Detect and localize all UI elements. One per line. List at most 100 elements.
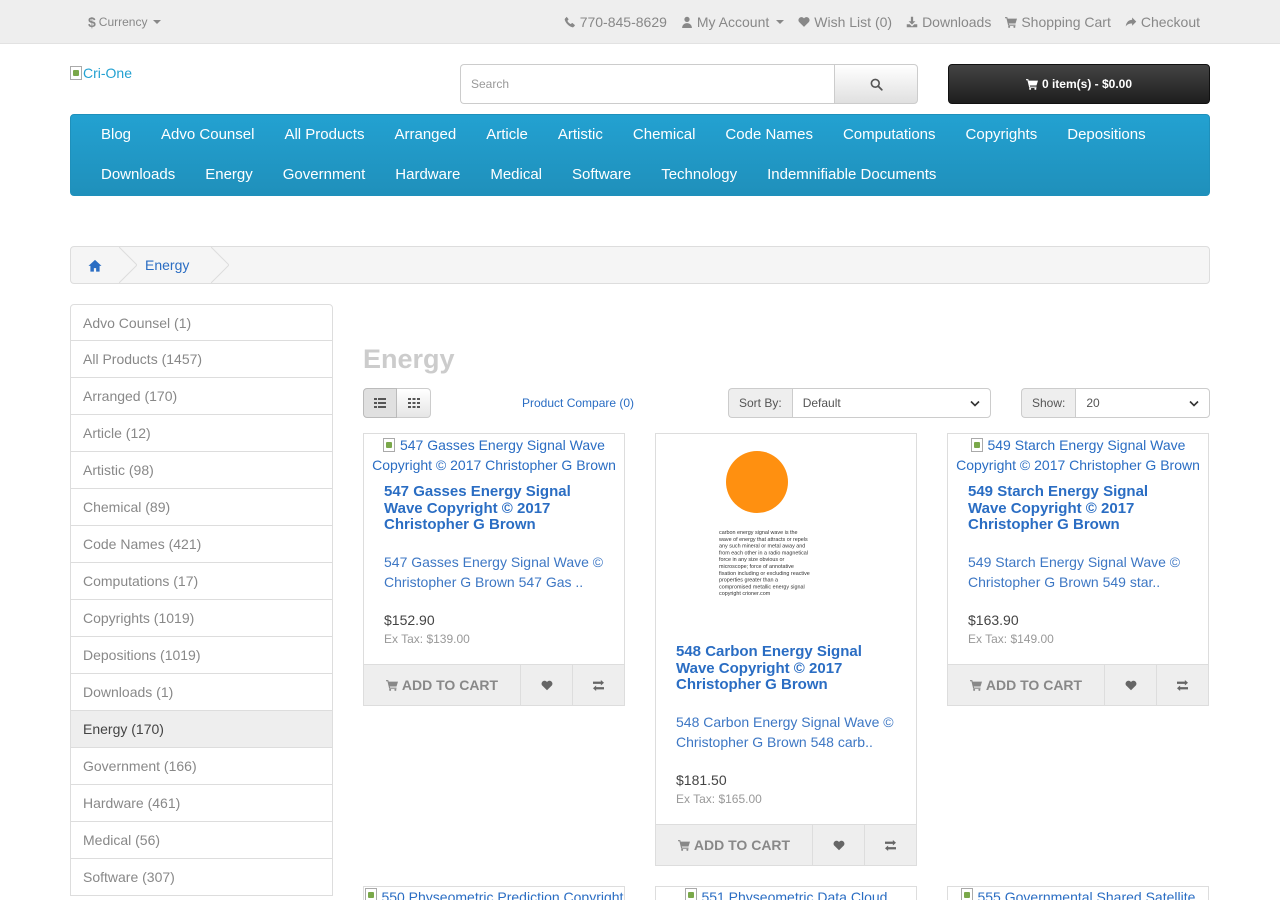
- menu-item-hardware[interactable]: Hardware: [380, 155, 475, 195]
- menu-item-artistic[interactable]: Artistic: [543, 115, 618, 155]
- logo[interactable]: Cri-One: [70, 65, 132, 81]
- sidebar-item-copyrights[interactable]: Copyrights (1019): [70, 600, 333, 637]
- list-view-button[interactable]: [363, 388, 397, 418]
- sidebar-item-government[interactable]: Government (166): [70, 748, 333, 785]
- product-image[interactable]: 555 Governmental Shared Satellite: [948, 887, 1208, 900]
- sidebar-item-energy[interactable]: Energy (170): [70, 711, 333, 748]
- add-to-wishlist-button[interactable]: [521, 665, 573, 705]
- product-image[interactable]: 549 Starch Energy Signal Wave Copyright …: [948, 434, 1208, 475]
- product-name[interactable]: 547 Gasses Energy Signal Wave Copyright …: [384, 483, 604, 534]
- menu-item-computations[interactable]: Computations: [828, 115, 951, 155]
- sidebar-item-code-names[interactable]: Code Names (421): [70, 526, 333, 563]
- sidebar-item-hardware[interactable]: Hardware (461): [70, 785, 333, 822]
- breadcrumb-home[interactable]: [71, 247, 119, 283]
- breadcrumb-separator: [119, 247, 137, 283]
- currency-symbol: $: [88, 13, 96, 30]
- menu-item-blog[interactable]: Blog: [86, 115, 146, 155]
- menu-item-government[interactable]: Government: [268, 155, 381, 195]
- top-links: 770-845-8629 My Account Wish List (0) Do…: [564, 14, 1200, 30]
- wishlist-label: Wish List (0): [814, 13, 893, 30]
- show-value: 20: [1086, 396, 1100, 410]
- exchange-icon: [885, 839, 896, 851]
- shopping-cart-link[interactable]: Shopping Cart: [1005, 14, 1111, 30]
- product-name[interactable]: 548 Carbon Energy Signal Wave Copyright …: [676, 643, 896, 694]
- product-description: 549 Starch Energy Signal Wave © Christop…: [968, 553, 1181, 590]
- share-icon: [1125, 17, 1137, 26]
- main-content: Energy Product Compare (0) Sort By: Defa…: [363, 304, 1211, 900]
- product-image-alt: 550 Physeometric Prediction Copyright: [381, 889, 624, 900]
- sidebar-item-medical[interactable]: Medical (56): [70, 822, 333, 859]
- product-card: 549 Starch Energy Signal Wave Copyright …: [947, 433, 1209, 706]
- sidebar-item-downloads[interactable]: Downloads (1): [70, 674, 333, 711]
- search-input[interactable]: [460, 64, 834, 104]
- menu-item-chemical[interactable]: Chemical: [618, 115, 711, 155]
- phone-link[interactable]: 770-845-8629: [564, 14, 667, 30]
- compare-button[interactable]: [573, 665, 624, 705]
- menu-item-arranged[interactable]: Arranged: [379, 115, 471, 155]
- add-to-wishlist-button[interactable]: [1105, 665, 1157, 705]
- menu-item-all-products[interactable]: All Products: [269, 115, 379, 155]
- product-compare-link[interactable]: Product Compare (0): [522, 396, 634, 410]
- search-button[interactable]: [834, 64, 918, 104]
- add-to-cart-button[interactable]: ADD TO CART: [656, 825, 813, 865]
- show-select[interactable]: 20: [1075, 388, 1211, 418]
- menu-item-depositions[interactable]: Depositions: [1052, 115, 1160, 155]
- sidebar-item-depositions[interactable]: Depositions (1019): [70, 637, 333, 674]
- downloads-label: Downloads: [922, 13, 992, 30]
- broken-image-icon: [684, 888, 697, 900]
- downloads-link[interactable]: Downloads: [906, 14, 991, 30]
- wishlist-link[interactable]: Wish List (0): [798, 14, 892, 30]
- add-to-wishlist-button[interactable]: [813, 825, 865, 865]
- compare-button[interactable]: [865, 825, 916, 865]
- checkout-link[interactable]: Checkout: [1125, 14, 1200, 30]
- main-menu: Blog Advo Counsel All Products Arranged …: [70, 114, 1210, 196]
- sidebar-item-advo-counsel[interactable]: Advo Counsel (1): [70, 304, 333, 341]
- add-to-cart-button[interactable]: ADD TO CART: [948, 665, 1105, 705]
- add-to-cart-button[interactable]: ADD TO CART: [364, 665, 521, 705]
- product-ex-tax: Ex Tax: $165.00: [676, 791, 762, 806]
- menu-item-downloads[interactable]: Downloads: [86, 155, 190, 195]
- sidebar-item-article[interactable]: Article (12): [70, 415, 333, 452]
- grid-view-button[interactable]: [397, 388, 431, 418]
- menu-item-medical[interactable]: Medical: [475, 155, 557, 195]
- compare-button[interactable]: [1157, 665, 1208, 705]
- sidebar-item-arranged[interactable]: Arranged (170): [70, 378, 333, 415]
- my-account-dropdown[interactable]: My Account: [681, 14, 785, 30]
- heart-icon: [798, 16, 810, 27]
- cart-button[interactable]: 0 item(s) - $0.00: [948, 64, 1210, 104]
- image-caption-line: microscope; force of annotative: [719, 564, 794, 570]
- broken-image-icon: [70, 66, 82, 80]
- add-to-cart-label: ADD TO CART: [985, 677, 1083, 693]
- menu-item-code-names[interactable]: Code Names: [710, 115, 828, 155]
- sidebar-item-software[interactable]: Software (307): [70, 859, 333, 896]
- menu-item-article[interactable]: Article: [471, 115, 543, 155]
- product-card: 555 Governmental Shared Satellite: [947, 886, 1209, 900]
- sidebar-item-all-products[interactable]: All Products (1457): [70, 341, 333, 378]
- phone-number: 770-845-8629: [579, 13, 667, 30]
- product-price: $163.90: [968, 611, 1019, 628]
- product-image[interactable]: carbon energy signal wave is the wave of …: [656, 434, 916, 614]
- product-image[interactable]: 551 Physeometric Data Cloud: [656, 887, 916, 900]
- menu-item-advo-counsel[interactable]: Advo Counsel: [146, 115, 269, 155]
- sidebar-item-computations[interactable]: Computations (17): [70, 563, 333, 600]
- breadcrumb-current[interactable]: Energy: [137, 257, 189, 273]
- product-name[interactable]: 549 Starch Energy Signal Wave Copyright …: [968, 483, 1188, 534]
- product-price: $181.50: [676, 771, 727, 788]
- menu-item-indemnifiable-documents[interactable]: Indemnifiable Documents: [752, 155, 951, 195]
- menu-item-technology[interactable]: Technology: [646, 155, 752, 195]
- product-image[interactable]: 547 Gasses Energy Signal Wave Copyright …: [364, 434, 624, 475]
- menu-item-energy[interactable]: Energy: [190, 155, 268, 195]
- image-caption-line: carbon energy signal wave is the: [719, 530, 798, 536]
- heart-icon: [833, 840, 844, 850]
- product-button-group: ADD TO CART: [363, 664, 625, 706]
- sort-select[interactable]: Default: [791, 388, 991, 418]
- currency-dropdown[interactable]: $ Currency: [88, 13, 162, 30]
- exchange-icon: [593, 679, 604, 691]
- menu-item-copyrights[interactable]: Copyrights: [951, 115, 1053, 155]
- product-image[interactable]: 550 Physeometric Prediction Copyright: [364, 887, 624, 900]
- sidebar-item-artistic[interactable]: Artistic (98): [70, 452, 333, 489]
- sidebar-item-chemical[interactable]: Chemical (89): [70, 489, 333, 526]
- broken-image-icon: [383, 438, 396, 452]
- checkout-label: Checkout: [1140, 13, 1200, 30]
- menu-item-software[interactable]: Software: [557, 155, 646, 195]
